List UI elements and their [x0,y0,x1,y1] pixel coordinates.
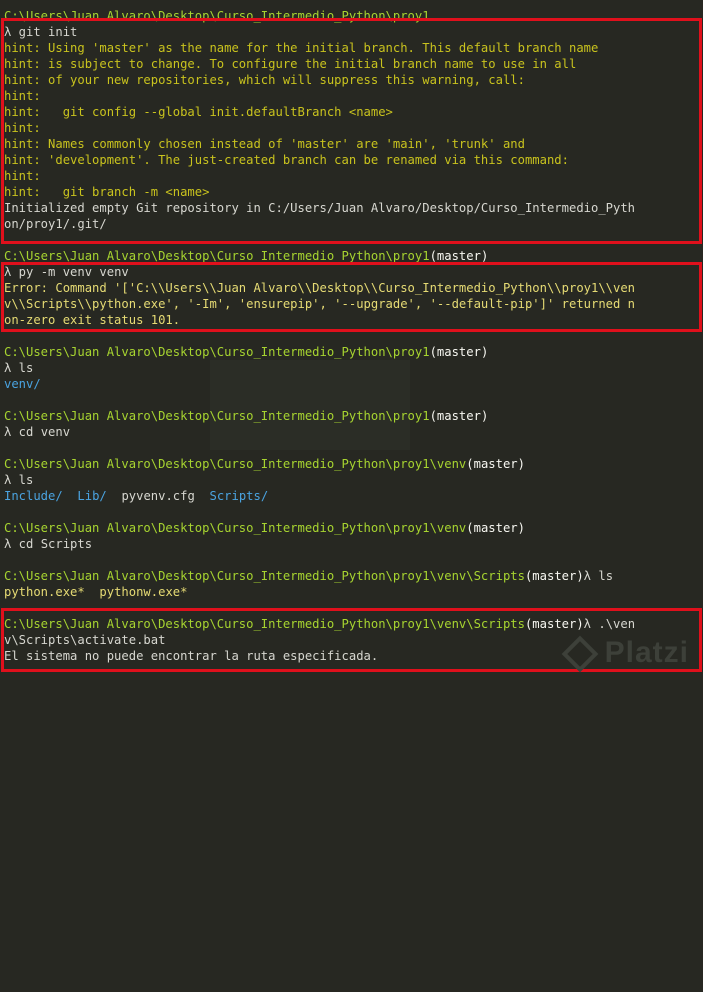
hint-line: hint: 'development'. The just-created br… [4,153,569,167]
prompt-line: C:\Users\Juan Alvaro\Desktop\Curso_Inter… [4,409,489,423]
command-line: λ ls [4,361,34,375]
file-entry: pyvenv.cfg [121,489,195,503]
output-line: on/proy1/.git/ [4,217,107,231]
prompt-line: C:\Users\Juan Alvaro\Desktop\Curso_Inter… [4,569,614,583]
ls-output: Include/ Lib/ pyvenv.cfg Scripts/ [4,488,268,504]
hint-line: hint: [4,169,41,183]
ls-output: python.exe* pythonw.exe* [4,584,187,600]
platzi-logo-icon [561,635,599,673]
file-entry: pythonw.exe* [99,585,188,599]
hint-line: hint: [4,121,41,135]
hint-line: hint: is subject to change. To configure… [4,57,577,71]
command-line: λ git init [4,25,78,39]
command-line: λ ls [4,473,34,487]
hint-line: hint: git config --global init.defaultBr… [4,105,393,119]
prompt-line: C:\Users\Juan Alvaro\Desktop\Curso_Inter… [4,617,636,631]
prompt-line: C:\Users\Juan Alvaro\Desktop\Curso_Inter… [4,345,489,359]
hint-line: hint: of your new repositories, which wi… [4,73,525,87]
command-line: λ cd venv [4,425,71,439]
hint-line: hint: Using 'master' as the name for the… [4,41,599,55]
background-chat-panel [210,360,410,450]
error-line: Error: Command '['C:\\Users\\Juan Alvaro… [4,281,636,295]
command-line: v\Scripts\activate.bat [4,633,166,647]
dir-entry: Include/ [4,489,63,503]
prompt-line: C:\Users\Juan Alvaro\Desktop\Curso_Inter… [4,521,525,535]
hint-line: hint: git branch -m <name> [4,185,210,199]
error-line: v\\Scripts\\python.exe', '-Im', 'ensurep… [4,297,636,311]
file-entry: python.exe* [4,585,85,599]
prompt-line: C:\Users\Juan Alvaro\Desktop\Curso_Inter… [4,249,489,263]
hint-line: hint: Names commonly chosen instead of '… [4,137,525,151]
ls-output: venv/ [4,376,41,392]
platzi-watermark: Platzi [561,635,689,673]
dir-entry: Scripts/ [209,489,269,503]
hint-line: hint: [4,89,41,103]
prompt-line: C:\Users\Juan Alvaro\Desktop\Curso_Inter… [4,457,525,471]
command-line: λ cd Scripts [4,537,93,551]
dir-entry: Lib/ [77,489,107,503]
error-line: on-zero exit status 101. [4,313,181,327]
command-line: λ py -m venv venv [4,265,129,279]
terminal-window[interactable]: C:\Users\Juan Alvaro\Desktop\Curso_Inter… [0,0,703,675]
dir-entry: venv/ [4,377,41,391]
output-line: Initialized empty Git repository in C:/U… [4,201,636,215]
prompt-line: C:\Users\Juan Alvaro\Desktop\Curso_Inter… [4,9,430,23]
output-line: El sistema no puede encontrar la ruta es… [4,649,379,663]
